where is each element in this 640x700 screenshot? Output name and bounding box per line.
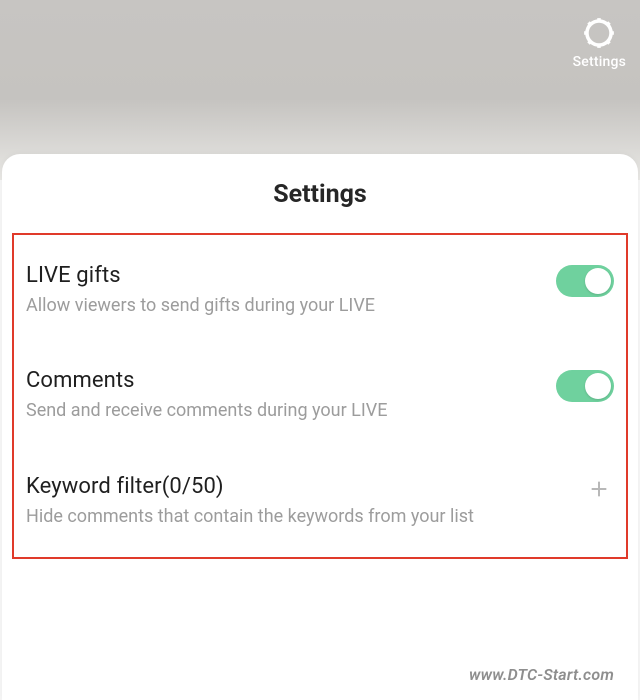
row-title: Comments xyxy=(26,368,540,393)
toggle-comments[interactable] xyxy=(556,370,614,402)
row-subtitle: Allow viewers to send gifts during your … xyxy=(26,294,540,318)
toggle-knob xyxy=(585,268,611,294)
row-live-gifts: LIVE gifts Allow viewers to send gifts d… xyxy=(26,249,614,322)
settings-sheet: Settings LIVE gifts Allow viewers to sen… xyxy=(2,154,638,700)
row-title: LIVE gifts xyxy=(26,263,540,288)
row-keyword-filter: Keyword filter(0/50) Hide comments that … xyxy=(26,460,614,533)
toggle-knob xyxy=(585,373,611,399)
row-title: Keyword filter(0/50) xyxy=(26,474,568,499)
plus-icon xyxy=(588,478,610,500)
settings-button[interactable]: Settings xyxy=(573,16,626,70)
row-subtitle: Send and receive comments during your LI… xyxy=(26,399,540,423)
settings-button-label: Settings xyxy=(573,54,626,70)
row-subtitle: Hide comments that contain the keywords … xyxy=(26,505,568,529)
toggle-live-gifts[interactable] xyxy=(556,265,614,297)
page-title: Settings xyxy=(2,180,638,209)
add-keyword-button[interactable] xyxy=(584,474,614,504)
gear-icon xyxy=(582,16,616,50)
header-backdrop xyxy=(0,0,640,180)
watermark: www.DTC-Start.com xyxy=(469,665,614,684)
row-comments: Comments Send and receive comments durin… xyxy=(26,354,614,427)
highlight-box: LIVE gifts Allow viewers to send gifts d… xyxy=(12,233,628,559)
